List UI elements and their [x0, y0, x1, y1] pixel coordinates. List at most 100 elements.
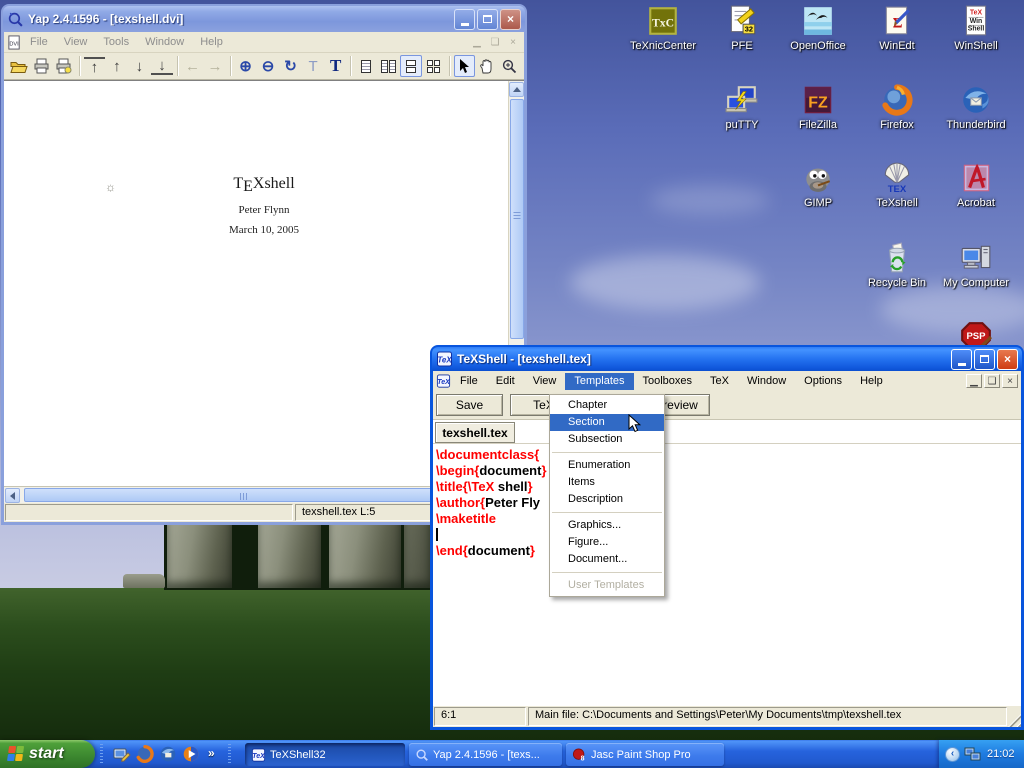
yap-menu-tools[interactable]: Tools [95, 34, 137, 50]
mdi-minimize-icon[interactable]: ▁ [966, 374, 982, 388]
last-page-icon[interactable]: ↓ [151, 57, 173, 75]
desktop-icon-acrobat[interactable]: Acrobat [938, 161, 1014, 209]
yap-mdi-close-icon[interactable]: × [505, 35, 521, 49]
scrollbar-thumb[interactable] [510, 99, 524, 339]
yap-mdi-minimize-icon[interactable]: ▁ [469, 35, 485, 49]
desktop-icon-filezilla[interactable]: FZ FileZilla [780, 83, 856, 131]
forward-icon[interactable]: → [204, 55, 226, 77]
show-desktop-icon[interactable] [113, 745, 131, 763]
yap-menu-file[interactable]: File [22, 34, 56, 50]
menu-item-subsection[interactable]: Subsection [550, 431, 664, 448]
code-editor[interactable]: \documentclass{\begin{document}\title{\T… [433, 444, 1021, 706]
texshell-maximize-button[interactable] [974, 349, 995, 370]
scroll-left-button[interactable] [5, 488, 20, 503]
quicklaunch-mediaplayer-icon[interactable] [182, 745, 200, 763]
svg-text:TeX: TeX [970, 10, 983, 17]
text-tool-icon[interactable]: T [325, 55, 347, 77]
continuous-facing-view-icon[interactable] [423, 55, 445, 77]
menu-options[interactable]: Options [795, 373, 851, 390]
menu-item-description[interactable]: Description [550, 491, 664, 508]
yap-maximize-button[interactable] [477, 9, 498, 30]
texshell-titlebar[interactable]: TeX TeXShell - [texshell.tex] × [432, 347, 1022, 371]
desktop-icon-openoffice[interactable]: OpenOffice [780, 4, 856, 52]
toolbar-separator [449, 56, 450, 76]
menu-item-graphics[interactable]: Graphics... [550, 517, 664, 534]
quicklaunch-overflow-chevron[interactable]: » [208, 746, 215, 760]
single-page-view-icon[interactable] [355, 55, 377, 77]
back-icon[interactable]: ← [182, 55, 204, 77]
texshell-minimize-button[interactable] [951, 349, 972, 370]
start-button[interactable]: start [0, 740, 95, 768]
quicklaunch-thunderbird-icon[interactable] [159, 745, 177, 763]
menu-file[interactable]: File [451, 373, 487, 390]
resize-grip[interactable] [1008, 714, 1021, 727]
yap-close-button[interactable]: × [500, 9, 521, 30]
next-page-icon[interactable]: ↓ [129, 55, 151, 77]
hide-tray-icons-button[interactable]: ‹ [945, 747, 960, 762]
menu-item-section[interactable]: Section [550, 414, 664, 431]
taskbar-button-paintshoppro[interactable]: 8 Jasc Paint Shop Pro [566, 743, 724, 766]
tab-texshell-tex[interactable]: texshell.tex [435, 422, 515, 443]
scrollbar-thumb[interactable] [24, 488, 464, 502]
mdi-close-icon[interactable]: × [1002, 374, 1018, 388]
mdi-restore-icon[interactable]: ❏ [984, 374, 1000, 388]
menu-help[interactable]: Help [851, 373, 892, 390]
texshell-close-button[interactable]: × [997, 349, 1018, 370]
desktop-icon-firefox[interactable]: Firefox [859, 83, 935, 131]
pointer-tool-icon[interactable] [454, 55, 476, 77]
continuous-view-icon[interactable] [400, 55, 422, 77]
menu-window[interactable]: Window [738, 373, 795, 390]
desktop-icon-label: WinEdt [859, 40, 935, 52]
menu-templates[interactable]: Templates [565, 373, 633, 390]
hand-tool-icon[interactable] [476, 55, 498, 77]
menu-view[interactable]: View [524, 373, 566, 390]
taskbar-button-texshell[interactable]: TeX TeXShell32 [245, 743, 405, 766]
scroll-up-button[interactable] [509, 82, 524, 97]
desktop-icon-recyclebin[interactable]: Recycle Bin [859, 241, 935, 289]
texshell-task-icon: TeX [251, 748, 266, 762]
previous-page-icon[interactable]: ↑ [106, 55, 128, 77]
yap-menu-view[interactable]: View [56, 34, 96, 50]
menu-toolboxes[interactable]: Toolboxes [634, 373, 702, 390]
code-line: \maketitle [436, 511, 1021, 527]
quicklaunch-firefox-icon[interactable] [136, 745, 154, 763]
menu-item-items[interactable]: Items [550, 474, 664, 491]
desktop-icon-thunderbird[interactable]: Thunderbird [938, 83, 1014, 131]
menu-item-user-templates[interactable]: User Templates [550, 577, 664, 594]
desktop-icon-mycomputer[interactable]: My Computer [938, 241, 1014, 289]
print-icon[interactable] [31, 55, 53, 77]
network-status-icon[interactable] [964, 747, 981, 762]
yap-menu-window[interactable]: Window [137, 34, 192, 50]
desktop-icon-pfe[interactable]: 32 PFE [704, 4, 780, 52]
menu-item-chapter[interactable]: Chapter [550, 397, 664, 414]
task-button-label: Jasc Paint Shop Pro [591, 749, 691, 761]
ruler-tool-icon[interactable]: T [302, 55, 324, 77]
desktop-icon-texshell[interactable]: TEX TeXshell [859, 161, 935, 209]
menu-edit[interactable]: Edit [487, 373, 524, 390]
refresh-icon[interactable]: ↻ [280, 55, 302, 77]
open-file-icon[interactable] [8, 55, 30, 77]
yap-minimize-button[interactable] [454, 9, 475, 30]
desktop-icon-putty[interactable]: puTTY [704, 83, 780, 131]
print-page-icon[interactable] [53, 55, 75, 77]
first-page-icon[interactable]: ↑ [84, 57, 106, 75]
zoom-in-icon[interactable]: ⊕ [235, 55, 257, 77]
desktop-icon-winedt[interactable]: Σ WinEdt [859, 4, 935, 52]
desktop-icon-winshell[interactable]: TeXWinShell WinShell [938, 4, 1014, 52]
save-button[interactable]: Save [436, 394, 503, 416]
desktop-icon-gimp[interactable]: GIMP [780, 161, 856, 209]
desktop-icon-texniccenter[interactable]: TxC TeXnicCenter [625, 4, 701, 52]
menu-item-document[interactable]: Document... [550, 551, 664, 568]
taskbar-button-yap[interactable]: Yap 2.4.1596 - [texs... [409, 743, 562, 766]
yap-task-icon [415, 748, 429, 762]
magnifier-tool-icon[interactable] [499, 55, 521, 77]
facing-pages-view-icon[interactable] [378, 55, 400, 77]
menu-item-figure[interactable]: Figure... [550, 534, 664, 551]
zoom-out-icon[interactable]: ⊖ [257, 55, 279, 77]
yap-titlebar[interactable]: Yap 2.4.1596 - [texshell.dvi] × [3, 6, 525, 32]
svg-text:TxC: TxC [652, 16, 674, 29]
yap-mdi-restore-icon[interactable]: ❏ [487, 35, 503, 49]
menu-tex[interactable]: TeX [701, 373, 738, 390]
menu-item-enumeration[interactable]: Enumeration [550, 457, 664, 474]
yap-menu-help[interactable]: Help [192, 34, 231, 50]
